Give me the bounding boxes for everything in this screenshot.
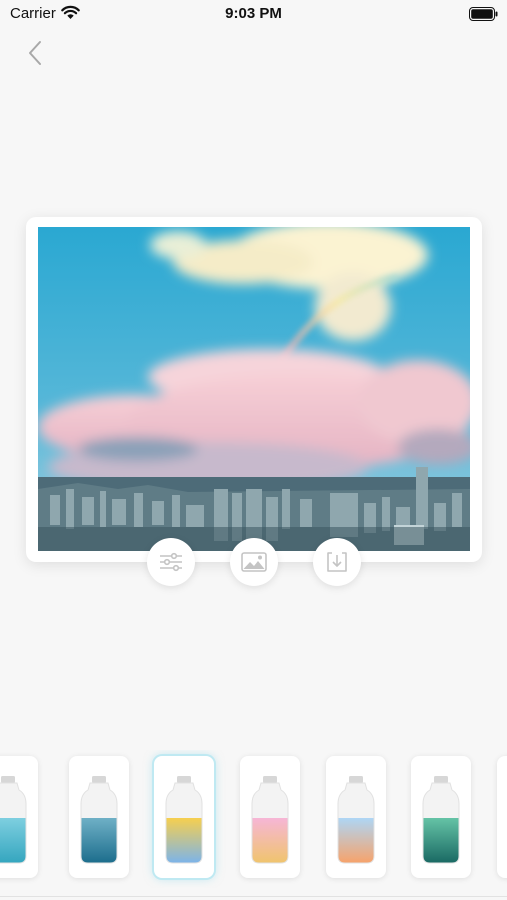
filter-card[interactable] — [497, 756, 507, 878]
filter-bottle-icon — [337, 776, 375, 864]
filter-card-selected[interactable] — [154, 756, 214, 878]
filter-card[interactable] — [69, 756, 129, 878]
battery-icon — [469, 7, 498, 21]
filter-card[interactable] — [240, 756, 300, 878]
sliders-icon — [160, 552, 182, 572]
filter-bottle-icon — [422, 776, 460, 864]
city-skyline-image — [38, 227, 470, 551]
image-icon — [241, 552, 267, 572]
status-time: 9:03 PM — [225, 5, 282, 22]
download-icon — [327, 552, 347, 572]
back-button[interactable] — [22, 38, 50, 68]
filter-bottle-icon — [165, 776, 203, 864]
photo-button[interactable] — [230, 538, 278, 586]
filter-strip[interactable] — [0, 750, 507, 888]
filter-bottle-icon — [80, 776, 118, 864]
filter-card[interactable] — [411, 756, 471, 878]
adjust-button[interactable] — [147, 538, 195, 586]
photo-preview[interactable] — [38, 227, 470, 551]
save-button[interactable] — [313, 538, 361, 586]
photo-card — [26, 217, 482, 562]
filter-bottle-icon — [251, 776, 289, 864]
status-bar: Carrier 9:03 PM — [0, 0, 507, 30]
chevron-left-icon — [29, 41, 41, 65]
filter-bottle-icon — [0, 776, 27, 864]
filter-card[interactable] — [0, 756, 38, 878]
divider — [0, 896, 507, 897]
filter-card[interactable] — [326, 756, 386, 878]
